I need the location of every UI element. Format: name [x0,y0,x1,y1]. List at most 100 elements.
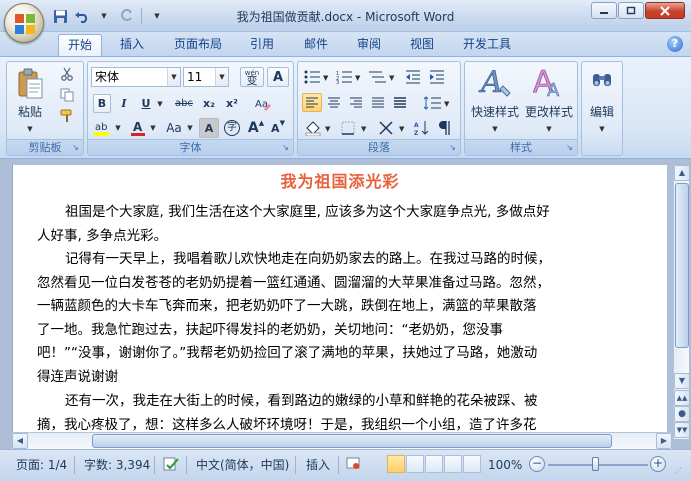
editing-label[interactable]: 编辑 [582,103,622,120]
font-color-icon[interactable]: A [128,118,148,138]
font-launcher-icon[interactable]: ↘ [280,142,291,153]
minimize-button[interactable] [591,2,617,19]
select-browse-object-icon[interactable]: ● [674,406,690,422]
chinese-layout-icon[interactable]: ▼ [376,118,410,138]
tab-developer[interactable]: 开发工具 [454,34,520,56]
tab-home[interactable]: 开始 [58,34,102,56]
sort-icon[interactable]: AZ [412,118,432,138]
horizontal-scroll-thumb[interactable] [92,434,612,448]
scroll-up-icon[interactable]: ▲ [674,165,690,181]
font-color-dropdown-icon[interactable]: ▼ [148,118,158,138]
web-layout-view-icon[interactable] [425,455,443,473]
decrease-indent-icon[interactable] [402,67,424,87]
distributed-button[interactable] [390,93,410,112]
clear-formatting-icon[interactable]: Aa [251,94,275,113]
highlight-icon[interactable]: ab [91,118,113,138]
tab-references[interactable]: 引用 [240,34,284,56]
phonetic-guide-button[interactable]: wén 变 [240,67,264,87]
enclose-characters-button[interactable]: 字 [222,118,242,138]
previous-page-icon[interactable]: ▲▲ [674,390,690,406]
font-name-combo[interactable]: 宋体 ▼ [91,67,181,87]
justify-button[interactable] [368,93,388,112]
zoom-slider-thumb[interactable] [592,457,599,471]
print-layout-view-icon[interactable] [387,455,405,473]
font-name-dropdown-icon[interactable]: ▼ [167,68,180,86]
borders-icon[interactable]: ▼ [338,118,372,138]
insert-mode[interactable]: 插入 [306,456,330,474]
zoom-out-icon[interactable]: − [529,456,545,472]
document-area: 我为祖国添光彩 祖国是个大家庭, 我们生活在这个大家庭里, 应该多为这个大家庭争… [0,159,691,449]
svg-text:ab: ab [95,122,107,133]
multilevel-list-icon[interactable]: ▼ [366,67,398,87]
paste-icon[interactable] [13,66,47,102]
font-size-combo[interactable]: 11 ▼ [183,67,229,87]
editing-dropdown-icon[interactable]: ▼ [582,120,622,134]
increase-indent-icon[interactable] [426,67,448,87]
font-size-dropdown-icon[interactable]: ▼ [215,68,228,86]
align-right-button[interactable] [346,93,366,112]
tab-view[interactable]: 视图 [400,34,444,56]
clipboard-launcher-icon[interactable]: ↘ [70,142,81,153]
subscript-button[interactable]: x₂ [199,94,219,113]
show-marks-icon[interactable] [434,118,454,138]
change-styles-dropdown-icon[interactable]: ▼ [521,120,577,134]
word-count[interactable]: 字数: 3,394 [84,456,150,474]
quick-styles-dropdown-icon[interactable]: ▼ [467,120,523,134]
document-page[interactable]: 我为祖国添光彩 祖国是个大家庭, 我们生活在这个大家庭里, 应该多为这个大家庭争… [12,165,667,449]
character-border-button[interactable]: A [267,67,289,87]
zoom-level[interactable]: 100% [488,456,522,474]
zoom-in-icon[interactable]: + [650,456,666,472]
binoculars-icon[interactable] [588,66,616,94]
strikethrough-button[interactable]: abc [172,94,196,113]
proofing-icon[interactable] [162,456,180,474]
shrink-font-button[interactable]: A ▼ [268,118,288,138]
align-left-button[interactable] [302,93,322,112]
styles-launcher-icon[interactable]: ↘ [564,142,575,153]
grow-font-button[interactable]: A ▲ [246,118,266,138]
bullets-icon[interactable]: ▼ [302,67,332,87]
character-shading-button[interactable]: A [199,118,219,138]
shading-icon[interactable]: ▼ [302,118,336,138]
tab-page-layout[interactable]: 页面布局 [165,34,231,56]
office-button[interactable] [4,3,44,43]
tab-review[interactable]: 审阅 [347,34,391,56]
macro-record-icon[interactable] [346,456,360,474]
change-case-button[interactable]: Aa [163,118,185,138]
horizontal-scrollbar[interactable]: ◀ ▶ [12,432,672,449]
bold-button[interactable]: B [93,94,111,113]
highlight-dropdown-icon[interactable]: ▼ [113,118,123,138]
underline-dropdown-icon[interactable]: ▼ [155,94,165,113]
page-indicator[interactable]: 页面: 1/4 [16,456,67,474]
quick-styles-icon[interactable]: A [473,65,517,101]
tab-insert[interactable]: 插入 [110,34,154,56]
full-screen-reading-view-icon[interactable] [406,455,424,473]
vertical-scrollbar[interactable]: ▲ ▼ ▲▲ ● ▼▼ [673,165,690,439]
language-indicator[interactable]: 中文(简体，中国) [196,456,289,474]
paragraph-launcher-icon[interactable]: ↘ [447,142,458,153]
resize-grip-icon[interactable]: ⋰ [674,462,682,480]
help-icon[interactable]: ? [667,36,683,52]
line-spacing-icon[interactable]: ▼ [420,93,454,112]
change-case-dropdown-icon[interactable]: ▼ [185,118,195,138]
outline-view-icon[interactable] [444,455,462,473]
copy-icon[interactable] [57,86,77,104]
underline-button[interactable]: U [137,94,155,113]
cut-icon[interactable] [57,65,77,83]
next-page-icon[interactable]: ▼▼ [674,422,690,438]
restore-button[interactable] [618,2,644,19]
change-styles-icon[interactable]: AA [527,65,571,101]
superscript-button[interactable]: x² [222,94,242,113]
italic-button[interactable]: I [115,94,133,113]
close-button[interactable] [645,2,685,19]
tab-mailings[interactable]: 邮件 [294,34,338,56]
align-center-button[interactable] [324,93,344,112]
scroll-down-icon[interactable]: ▼ [674,373,690,389]
scroll-left-icon[interactable]: ◀ [12,433,28,449]
draft-view-icon[interactable] [463,455,481,473]
format-painter-icon[interactable] [57,107,77,125]
ribbon-tabs: 开始 插入 页面布局 引用 邮件 审阅 视图 开发工具 ? [0,32,691,56]
scroll-right-icon[interactable]: ▶ [656,433,672,449]
paste-dropdown-icon[interactable]: ▼ [11,120,49,134]
vertical-scroll-thumb[interactable] [675,183,689,348]
numbering-icon[interactable]: 1 2 3 ▼ [334,67,364,87]
